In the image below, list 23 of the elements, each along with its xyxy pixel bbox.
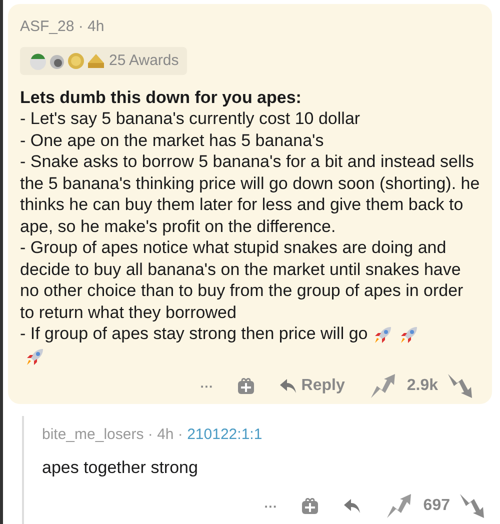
reply-button[interactable] [343, 498, 362, 514]
more-button[interactable]: ··· [200, 376, 214, 396]
reply-text: apes together strong [42, 456, 199, 479]
comment-line: - Let's say 5 banana's currently cost 10 dollar [20, 109, 360, 128]
comment-line: - If group of apes stay strong then price will go [20, 324, 368, 344]
reply-button[interactable]: Reply [279, 374, 345, 398]
award-icon[interactable] [301, 497, 320, 516]
reply-arrow-icon [343, 498, 362, 514]
award-medals-icon [28, 50, 106, 71]
comment-line: - Group of apes notice what stupid snakes are doing and decide to buy all banana's on the market until snakes have no other choice than to buy from the group of apes in order to return what they borrowed [20, 238, 464, 322]
vote-count: 2.9k [406, 376, 438, 396]
comment-title: Lets dumb this down for you apes: [20, 86, 302, 108]
comment-line: - Snake asks to borrow 5 banana's for a bit and instead sells the 5 banana's thinking price will go down soon (shorting). he thinks he can buy them later for less and give them back to ape, so he make's profit on the difference. [20, 152, 480, 236]
reply-arrow-icon [279, 378, 298, 394]
comment-meta: ASF_28 · 4h [20, 17, 106, 37]
reply-meta: bite_me_losers · 4h · [42, 426, 184, 444]
user-flair: 210122:1:1 [187, 426, 262, 444]
vote-count: 697 [423, 496, 450, 516]
award-icon[interactable] [237, 377, 256, 396]
comment-line: - One ape on the market has 5 banana's [20, 130, 324, 150]
more-button[interactable]: ··· [264, 496, 278, 516]
awards-count: 25 Awards [109, 50, 179, 70]
awards-badge[interactable]: 25 Awards [20, 46, 187, 75]
